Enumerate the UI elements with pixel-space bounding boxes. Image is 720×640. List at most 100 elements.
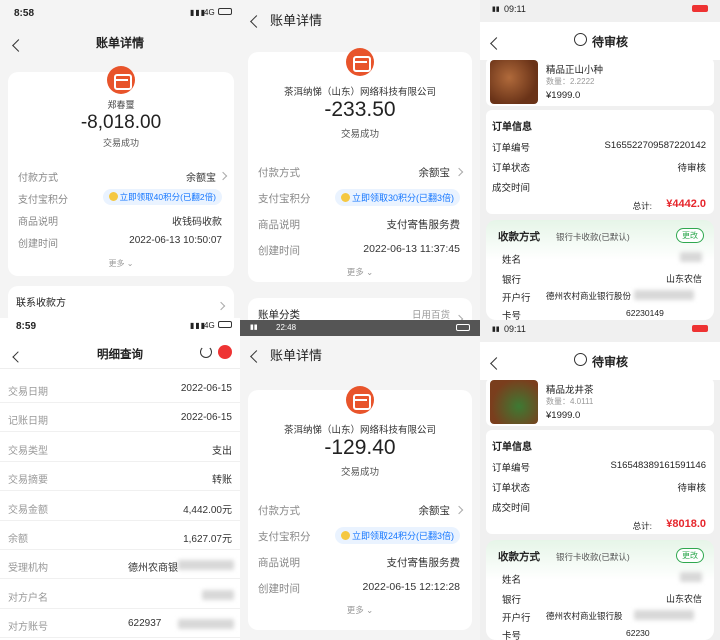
row-points[interactable]: 支付宝积分 立即领取40积分(已翻2倍) bbox=[8, 186, 234, 208]
row-label: 商品说明 bbox=[258, 557, 300, 569]
panel-order-pending-2: ▮▮ 09:11 待审核 精品龙井茶 数量：4.0111 ¥1999.0 订单信… bbox=[480, 320, 720, 640]
transaction-status: 交易成功 bbox=[340, 467, 379, 478]
row-label: 对方账号 bbox=[8, 622, 48, 634]
order-info-title: 订单信息 bbox=[492, 122, 532, 133]
row-label: 对方户名 bbox=[8, 592, 48, 604]
row-label: 订单状态 bbox=[492, 163, 531, 174]
row-value: 622937 bbox=[128, 618, 162, 630]
more-label: 更多 bbox=[346, 605, 364, 615]
back-button[interactable] bbox=[490, 35, 503, 53]
row-label: 创建时间 bbox=[258, 245, 300, 257]
back-button[interactable] bbox=[250, 13, 263, 31]
merchant-logo-icon bbox=[107, 66, 135, 94]
battery-icon bbox=[692, 5, 708, 12]
signal-icon: ▮▮ bbox=[492, 326, 500, 333]
total-label: 总计: bbox=[632, 201, 652, 211]
row-value: 2022-06-15 12:12:28 bbox=[362, 581, 461, 593]
product-card[interactable]: 精品龙井茶 数量：4.0111 ¥1999.0 bbox=[486, 378, 714, 426]
payment-method-card: 收款方式 银行卡收款(已默认) 更改 姓名 银行 山东农信 开户行 德州农村商业… bbox=[486, 540, 714, 640]
transaction-status: 交易成功 bbox=[340, 129, 379, 140]
row-label: 交易日期 bbox=[8, 387, 48, 398]
row-points[interactable]: 支付宝积分 立即领取24积分(已翻3倍) bbox=[248, 524, 472, 548]
row-label: 订单状态 bbox=[492, 483, 531, 494]
header: 待审核 bbox=[480, 342, 720, 380]
network-label: 4G bbox=[204, 8, 215, 17]
row-label: 付款方式 bbox=[258, 505, 300, 517]
product-card[interactable]: 精品正山小种 数量：2.2222 ¥1999.0 bbox=[486, 58, 714, 106]
detail-row: 受理机构 德州农商银 bbox=[0, 550, 240, 580]
chevron-right-icon bbox=[218, 171, 228, 182]
more-label: 更多 bbox=[108, 259, 125, 268]
row-payment-method[interactable]: 付款方式 余额宝 bbox=[8, 164, 234, 186]
detail-row: 对方账号 622937 bbox=[0, 609, 240, 639]
category-value: 日用百货 bbox=[411, 310, 450, 320]
coin-icon bbox=[340, 193, 350, 202]
category-row[interactable]: 账单分类 日用百货 bbox=[248, 298, 472, 320]
product-image bbox=[490, 380, 538, 424]
points-label: 立即领取24积分(已翻3倍) bbox=[351, 531, 454, 541]
divider bbox=[0, 368, 240, 369]
contact-payee-card[interactable]: 联系收款方 bbox=[8, 286, 234, 318]
row-value: 收钱码收款 bbox=[172, 217, 222, 228]
status-bar: ▮▮ 22:48 bbox=[240, 320, 480, 336]
clock-icon bbox=[574, 33, 587, 46]
row-value: 支付寄售服务费 bbox=[386, 557, 461, 569]
more-button[interactable]: 更多 ⌄ bbox=[248, 604, 472, 616]
change-button[interactable]: 更改 bbox=[676, 548, 704, 563]
panel-bill-detail-3: ▮▮ 22:48 账单详情 茶洱纳悌（山东）网络科技有限公司 -129.40 交… bbox=[240, 320, 480, 640]
back-button[interactable] bbox=[490, 355, 503, 373]
merchant-logo-icon bbox=[346, 386, 374, 414]
change-button[interactable]: 更改 bbox=[676, 228, 704, 243]
row-label: 受理机构 bbox=[8, 563, 48, 575]
payee-name: 郑春璽 bbox=[107, 100, 135, 110]
row-label: 余额 bbox=[8, 534, 28, 545]
row-label: 交易类型 bbox=[8, 445, 48, 457]
row-label: 银行 bbox=[502, 275, 522, 286]
battery-icon bbox=[456, 324, 470, 331]
page-title: 账单详情 bbox=[95, 36, 144, 50]
coin-icon bbox=[340, 531, 350, 540]
row-label: 银行 bbox=[502, 595, 522, 606]
more-button[interactable]: 更多 ⌄ bbox=[8, 258, 234, 269]
row-value: 余额宝 bbox=[418, 505, 451, 517]
row-label: 交易金额 bbox=[8, 504, 48, 516]
row-label: 订单编号 bbox=[492, 143, 531, 154]
row-label: 成交时间 bbox=[492, 183, 531, 194]
row-value: 支出 bbox=[212, 445, 232, 457]
row-description: 商品说明 支付寄售服务费 bbox=[248, 550, 472, 574]
row-value: 余额宝 bbox=[418, 167, 451, 179]
battery-icon bbox=[692, 325, 708, 332]
product-quantity: 数量：4.0111 bbox=[546, 397, 594, 406]
refresh-icon[interactable] bbox=[200, 346, 212, 358]
row-value: 支付寄售服务费 bbox=[386, 219, 461, 231]
order-info-title: 订单信息 bbox=[492, 442, 532, 453]
redacted-value bbox=[178, 619, 234, 630]
detail-row: 交易日期 2022-06-15 bbox=[0, 374, 240, 403]
row-label: 支付宝积分 bbox=[18, 195, 68, 206]
status-time: 8:58 bbox=[14, 8, 35, 19]
row-value: S165522709587220142 bbox=[604, 140, 706, 151]
row-points[interactable]: 支付宝积分 立即领取30积分(已翻3倍) bbox=[248, 186, 472, 210]
row-label: 卡号 bbox=[502, 311, 522, 320]
row-label: 支付宝积分 bbox=[258, 531, 311, 543]
row-label: 商品说明 bbox=[258, 219, 300, 231]
back-button[interactable] bbox=[250, 348, 263, 366]
payment-subtitle: 银行卡收款(已默认) bbox=[556, 232, 630, 242]
row-value: 4,442.00元 bbox=[183, 504, 232, 516]
notification-badge-icon[interactable] bbox=[218, 345, 232, 359]
row-value: 待审核 bbox=[677, 483, 706, 494]
points-pill[interactable]: 立即领取24积分(已翻3倍) bbox=[334, 527, 460, 544]
points-pill[interactable]: 立即领取40积分(已翻2倍) bbox=[102, 189, 222, 205]
more-button[interactable]: 更多 ⌄ bbox=[248, 266, 472, 278]
redacted-value bbox=[202, 589, 234, 600]
more-label: 更多 bbox=[346, 267, 364, 277]
payment-subtitle: 银行卡收款(已默认) bbox=[556, 552, 630, 562]
row-value: 德州农商银 bbox=[128, 563, 178, 575]
row-payment-method[interactable]: 付款方式 余额宝 bbox=[248, 498, 472, 522]
page-title: 待审核 bbox=[592, 35, 629, 49]
points-pill[interactable]: 立即领取30积分(已翻3倍) bbox=[334, 189, 460, 206]
chevron-right-icon bbox=[216, 296, 226, 314]
row-label: 订单编号 bbox=[492, 463, 531, 474]
product-price: ¥1999.0 bbox=[546, 410, 581, 421]
row-payment-method[interactable]: 付款方式 余额宝 bbox=[248, 160, 472, 184]
